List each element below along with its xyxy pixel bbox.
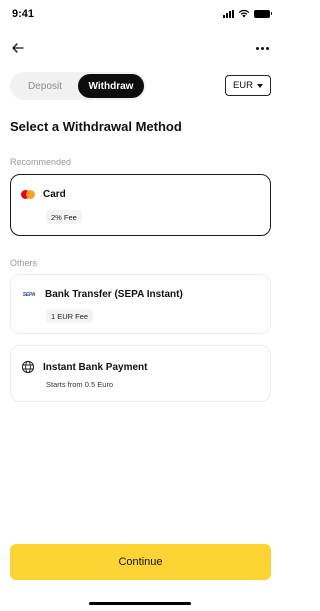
method-subtitle: Starts from 0.5 Euro bbox=[46, 380, 114, 389]
continue-button[interactable]: Continue bbox=[10, 544, 271, 580]
nav-bar bbox=[0, 36, 282, 60]
deposit-withdraw-toggle: Deposit Withdraw bbox=[10, 72, 146, 100]
method-card-card[interactable]: Card 2% Fee bbox=[10, 174, 271, 236]
tab-deposit[interactable]: Deposit bbox=[12, 74, 78, 98]
more-horizontal-icon bbox=[255, 46, 259, 50]
currency-select[interactable]: EUR bbox=[225, 75, 271, 96]
method-name: Instant Bank Payment bbox=[43, 361, 148, 373]
currency-value: EUR bbox=[232, 80, 254, 91]
method-header: Card bbox=[21, 189, 66, 200]
wifi-icon bbox=[238, 9, 250, 18]
bank-globe-icon bbox=[21, 360, 35, 374]
fee-badge: 2% Fee bbox=[46, 210, 82, 224]
caret-down-icon bbox=[257, 83, 264, 88]
method-header: SEPA Bank Transfer (SEPA Instant) bbox=[21, 289, 183, 300]
status-bar: 9:41 bbox=[0, 0, 282, 30]
status-icons bbox=[223, 9, 272, 18]
mastercard-icon bbox=[21, 190, 35, 199]
method-card-instant-bank[interactable]: Instant Bank Payment Starts from 0.5 Eur… bbox=[10, 345, 271, 402]
method-header: Instant Bank Payment bbox=[21, 360, 147, 374]
back-button[interactable] bbox=[8, 38, 28, 58]
battery-icon bbox=[254, 9, 272, 18]
more-options-button[interactable] bbox=[252, 38, 272, 58]
fee-badge: 1 EUR Fee bbox=[46, 309, 94, 323]
section-others-label: Others bbox=[10, 258, 38, 268]
method-name: Card bbox=[43, 189, 66, 200]
page-title: Select a Withdrawal Method bbox=[10, 119, 182, 134]
signal-icon bbox=[223, 9, 234, 18]
method-name: Bank Transfer (SEPA Instant) bbox=[45, 289, 183, 300]
arrow-left-icon bbox=[12, 43, 24, 53]
tab-withdraw[interactable]: Withdraw bbox=[78, 74, 144, 98]
sepa-icon: SEPA bbox=[22, 291, 36, 298]
status-time: 9:41 bbox=[12, 8, 35, 20]
method-card-sepa[interactable]: SEPA Bank Transfer (SEPA Instant) 1 EUR … bbox=[10, 274, 271, 334]
section-recommended-label: Recommended bbox=[10, 157, 72, 167]
home-indicator bbox=[89, 602, 191, 605]
